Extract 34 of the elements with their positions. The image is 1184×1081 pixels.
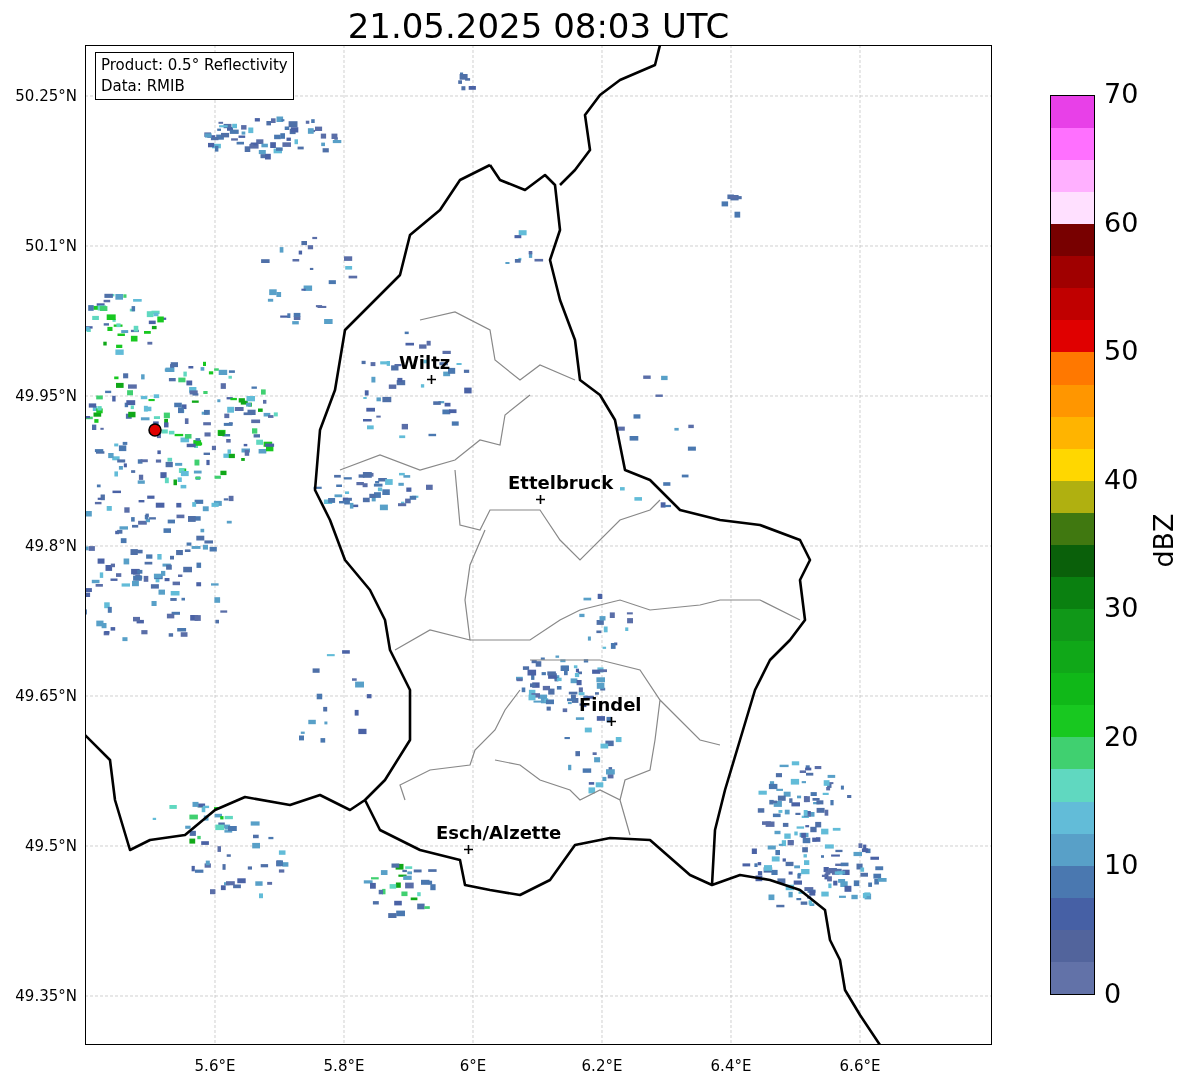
axis-tick-label: 5.8°E [323,1057,365,1075]
axis-tick-label: 50.25°N [15,87,77,105]
city-label: Ettelbruck [508,473,614,493]
axis-tick-label: 6.6°E [839,1057,881,1075]
colorbar-tick-label: 30 [1104,593,1139,624]
legend-text: Product: 0.5° Reflectivity [101,55,288,76]
colorbar-tick-label: 50 [1104,336,1139,367]
axis-tick-label: 6.2°E [581,1057,623,1075]
axis-tick-label: 49.5°N [24,837,77,855]
axis-tick-label: 49.65°N [15,687,77,705]
city-label: Esch/Alzette [436,823,562,843]
axis-tick-label: 49.8°N [24,537,77,555]
colorbar-tick-label: 20 [1104,721,1139,752]
axis-tick-label: 6.4°E [710,1057,752,1075]
city-label: Wiltz [399,353,451,373]
city-marker-icon [536,495,545,504]
city-marker-icon [607,717,616,726]
axis-tick-label: 5.6°E [194,1057,236,1075]
colorbar-tick-label: 0 [1104,979,1122,1009]
city-label: Findel [579,695,642,715]
colorbar-tick-label: 70 [1104,79,1139,109]
city-marker-icon [427,375,436,384]
colorbar-tick-label: 10 [1104,850,1139,881]
legend-text: Data: RMIB [101,76,186,97]
radar-site-marker [148,423,162,437]
colorbar-label: dBZ [1147,513,1179,568]
chart-title: 21.05.2025 08:03 UTC [347,5,730,48]
colorbar-tick-label: 60 [1104,207,1139,238]
axis-tick-label: 49.35°N [15,987,77,1005]
axis-tick-label: 49.95°N [15,387,77,405]
axis-tick-label: 50.1°N [24,237,77,255]
city-marker-icon [464,845,473,854]
colorbar-tick-label: 40 [1104,464,1139,495]
axis-tick-label: 6°E [459,1057,487,1075]
